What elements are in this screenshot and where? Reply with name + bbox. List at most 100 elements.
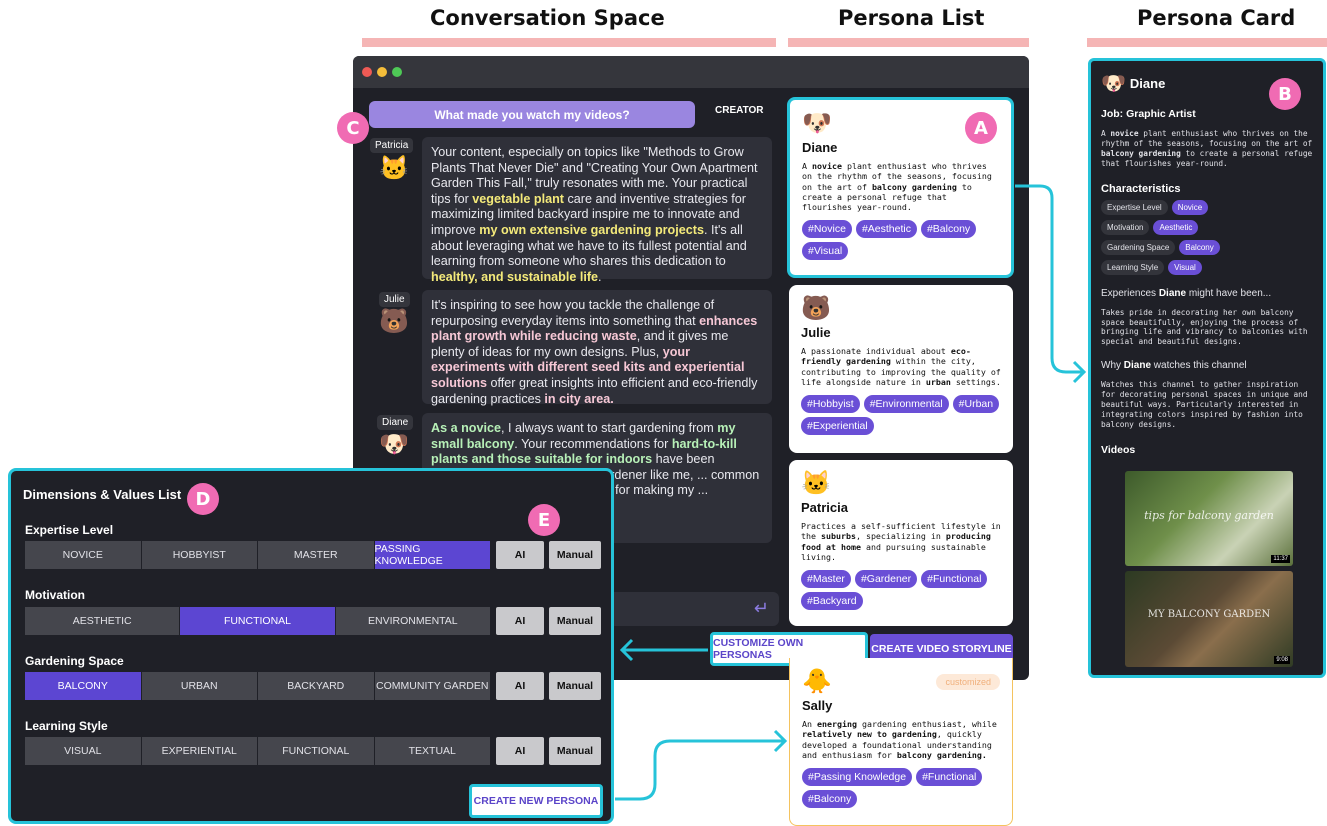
create-new-persona-button[interactable]: CREATE NEW PERSONA — [469, 784, 603, 818]
description-text: suburbs — [820, 531, 856, 542]
message-text: . Your recommendations for — [514, 436, 672, 451]
dimension-value-option[interactable]: EXPERIENTIAL — [141, 737, 258, 765]
persona-tag: #Backyard — [801, 592, 863, 611]
why-text: Watches this channel to gather inspirati… — [1101, 380, 1308, 429]
chat-author-name: Diane — [377, 415, 414, 430]
description-text: , specializing in — [855, 531, 946, 542]
dimension-value-option[interactable]: FUNCTIONAL — [180, 607, 336, 635]
message-text: It's inspiring to see how you tackle the… — [431, 298, 715, 328]
persona-description: An energing gardening enthusiast, while … — [802, 719, 1000, 760]
dimension-label: Gardening Space — [25, 654, 124, 668]
dimension-value-option[interactable]: URBAN — [141, 672, 258, 700]
dimensions-title: Dimensions & Values List — [23, 487, 182, 502]
persona-tag: #Functional — [916, 768, 983, 787]
dimension-value-option[interactable]: NOVICE — [25, 541, 142, 569]
manual-button[interactable]: Manual — [549, 607, 601, 635]
dimension-value-option[interactable]: VISUAL — [25, 737, 142, 765]
header-conversation-space: Conversation Space — [430, 6, 665, 30]
persona-tags: #Passing Knowledge #Functional #Balcony — [802, 768, 1000, 809]
manual-button[interactable]: Manual — [549, 737, 601, 765]
description-text: A — [802, 161, 812, 171]
close-dot[interactable] — [362, 67, 372, 77]
characteristic-label: Gardening Space — [1101, 239, 1176, 255]
characteristic-row: Gardening Space Balcony — [1101, 239, 1313, 255]
description-text: A — [1101, 129, 1111, 138]
persona-detail-card: 🐶 Diane Job: Graphic Artist A novice pla… — [1088, 58, 1326, 678]
persona-tag: #Passing Knowledge — [802, 768, 913, 787]
dimension-value-option[interactable]: TEXTUAL — [374, 737, 491, 765]
dimension-value-option[interactable]: BALCONY — [25, 672, 142, 700]
dimensions-panel: Dimensions & Values List Expertise Level… — [8, 468, 614, 824]
persona-card-patricia[interactable]: 🐱 Patricia Practices a self-sufficient l… — [789, 460, 1013, 626]
dimension-value-option[interactable]: MASTER — [258, 541, 375, 569]
video-caption: MY BALCONY GARDEN — [1147, 609, 1271, 620]
video-thumbnail[interactable]: MY BALCONY GARDEN 9:08 — [1125, 571, 1293, 667]
header-underline — [362, 38, 776, 47]
description-text: balcony gardening. — [896, 749, 987, 760]
dog-avatar-icon: 🐶 — [1101, 73, 1126, 95]
question-bar[interactable]: What made you watch my videos? — [369, 101, 695, 128]
persona-card-sally[interactable]: 🐥 customized Sally An energing gardening… — [789, 658, 1013, 826]
characteristics-list: Expertise Level Novice Motivation Aesthetic… — [1101, 199, 1313, 275]
manual-button[interactable]: Manual — [549, 672, 601, 700]
persona-job: Job: Graphic Artist — [1101, 108, 1196, 120]
badge-d: D — [187, 483, 219, 515]
description-text: balcony gardening — [1101, 148, 1181, 158]
persona-tag: #Balcony — [920, 220, 977, 239]
persona-tag: #Urban — [952, 395, 1000, 414]
highlight-text: healthy, and sustainable life — [431, 269, 599, 284]
persona-description: A novice plant enthusiast who thrives on… — [802, 161, 999, 212]
video-duration: 11:37 — [1271, 555, 1290, 563]
persona-card-julie[interactable]: 🐻 Julie A passionate individual about ec… — [789, 285, 1013, 453]
cat-avatar-icon: 🐱 — [801, 470, 831, 497]
video-caption: tips for balcony garden — [1144, 509, 1274, 522]
dimension-value-option[interactable]: BACKYARD — [258, 672, 375, 700]
dimension-label: Expertise Level — [25, 523, 114, 537]
characteristic-row: Expertise Level Novice — [1101, 199, 1313, 215]
header-underline — [1087, 38, 1327, 47]
persona-description: A passionate individual about eco-friend… — [801, 346, 1001, 387]
persona-description: A novice plant enthusiast who thrives on… — [1101, 129, 1313, 169]
experiences-title: Experiences Diane might have been... — [1101, 287, 1272, 299]
persona-name: Diane — [802, 140, 838, 155]
persona-tag: #Aesthetic — [855, 220, 917, 239]
dimension-label: Motivation — [25, 588, 85, 602]
ai-button[interactable]: AI — [496, 737, 544, 765]
customized-badge: customized — [936, 674, 1000, 690]
experiences-text: Takes pride in decorating her own balcon… — [1101, 307, 1308, 347]
dimension-value-option[interactable]: ENVIRONMENTAL — [335, 607, 491, 635]
videos-title: Videos — [1101, 443, 1136, 456]
enter-icon[interactable]: ↵ — [754, 598, 769, 619]
chat-author-name: Julie — [379, 292, 410, 307]
video-thumbnail[interactable]: tips for balcony garden 11:37 — [1125, 471, 1293, 566]
minimize-dot[interactable] — [377, 67, 387, 77]
persona-name: Sally — [802, 698, 833, 713]
characteristic-label: Expertise Level — [1101, 199, 1168, 215]
description-text: urban — [925, 376, 951, 387]
persona-tag: #Master — [801, 570, 851, 589]
arrow-head — [1072, 360, 1087, 384]
ai-button[interactable]: AI — [496, 607, 544, 635]
ai-button[interactable]: AI — [496, 541, 544, 569]
dimension-value-option[interactable]: COMMUNITY GARDEN — [374, 672, 491, 700]
maximize-dot[interactable] — [392, 67, 402, 77]
dimension-value-option[interactable]: HOBBYIST — [141, 541, 258, 569]
header-underline — [788, 38, 1029, 47]
description-text: An — [802, 719, 817, 729]
manual-button[interactable]: Manual — [549, 541, 601, 569]
persona-tag: #Hobbyist — [801, 395, 860, 414]
characteristics-title: Characteristics — [1101, 182, 1181, 195]
dimension-value-option[interactable]: FUNCTIONAL — [258, 737, 375, 765]
dimension-value-option[interactable]: AESTHETIC — [25, 607, 181, 635]
window-titlebar — [353, 56, 1029, 88]
description-text: novice — [1110, 129, 1139, 138]
badge-b: B — [1269, 78, 1301, 110]
persona-tag: #Novice — [802, 220, 852, 239]
persona-tag: #Environmental — [863, 395, 949, 414]
badge-a: A — [965, 112, 997, 144]
persona-tags: #Hobbyist #Environmental #Urban #Experienti… — [801, 395, 1001, 436]
cat-avatar-icon: 🐱 — [379, 155, 409, 182]
creator-tag: CREATOR — [715, 105, 764, 116]
dimension-value-option[interactable]: PASSING KNOWLEDGE — [374, 541, 491, 569]
ai-button[interactable]: AI — [496, 672, 544, 700]
